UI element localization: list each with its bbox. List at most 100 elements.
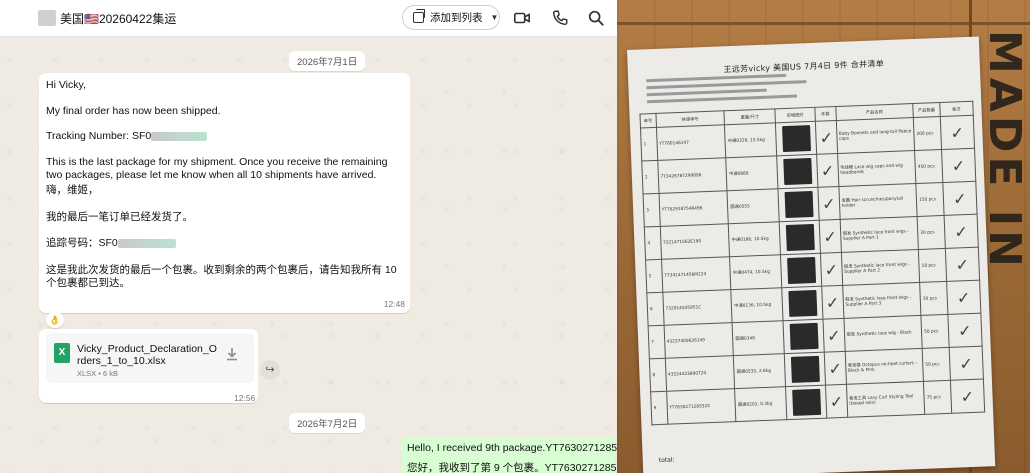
message-text: This is the last package for my shipment… xyxy=(46,156,388,181)
table-header: 产品数量 xyxy=(912,102,940,118)
count-check: ✓ xyxy=(823,318,845,353)
weight-cell: 中通0136, 10.5kg xyxy=(731,287,784,323)
product-photo xyxy=(781,125,811,153)
product-name: 假发 Synthetic lace wig - Black xyxy=(843,315,923,352)
remark-check: ✓ xyxy=(948,346,984,381)
remark-check: ✓ xyxy=(943,214,979,249)
table-header: 件数 xyxy=(814,106,836,122)
avatar[interactable] xyxy=(38,10,56,26)
message-text: Tracking Number: SF0 xyxy=(46,130,402,143)
add-list-icon xyxy=(413,9,425,23)
weight-cell: 中通0186, 10.5kg xyxy=(728,221,781,257)
weight-cell: 中通0866 xyxy=(725,155,779,191)
count-check: ✓ xyxy=(815,120,838,155)
checkmark-icon: ✓ xyxy=(824,259,839,280)
tracking-number-text: 追踪号码：SF0 xyxy=(46,237,118,249)
remark-check: ✓ xyxy=(947,313,983,348)
product-name: Baby Bonnets and long-tail fleece caps xyxy=(835,117,915,154)
download-icon[interactable] xyxy=(224,346,240,362)
message-text: 您好，我收到了第 9 个包裹。YT7630271285525 xyxy=(407,462,617,473)
row-number: 7 xyxy=(648,325,665,359)
message-text: 追踪号码：SF0 xyxy=(46,237,402,250)
table-header: 单号 xyxy=(639,113,657,129)
product-thumb xyxy=(780,253,822,288)
photo-image: MADE IN 王远芳vicky 美国US 7月4日 9件 合并清单 单号 快递单… xyxy=(617,0,1030,473)
reaction-badge[interactable]: 👌 xyxy=(46,312,64,328)
tracking-cell: 43524423890T20 xyxy=(664,355,735,392)
product-thumb xyxy=(784,352,826,387)
packing-table: 单号 快递单号 重量/尺寸 实物图片 件数 产品名称 产品数量 备注 1 YT780146147… xyxy=(639,101,985,426)
add-to-list-label: 添加到列表 xyxy=(430,12,483,24)
tracking-number-text: Tracking Number: SF0 xyxy=(46,130,152,142)
checkmark-icon: ✓ xyxy=(826,325,841,346)
remark-check: ✓ xyxy=(941,148,976,183)
tracking-cell: YT780146147 xyxy=(656,124,726,161)
product-name: 卷发器 Octopus no-heat curlers - Black & Pi… xyxy=(844,348,924,385)
product-thumb xyxy=(775,121,817,156)
tracking-cell: 7321471562E190 xyxy=(659,223,730,260)
product-name: 假发 Synthetic lace front wigs - Supplier … xyxy=(842,282,921,319)
checkmark-icon: ✓ xyxy=(820,160,835,181)
add-to-list-button[interactable]: 添加到列表 ▼ xyxy=(402,5,500,30)
date-divider: 2026年7月1日 xyxy=(289,51,366,71)
count-check: ✓ xyxy=(816,153,839,188)
product-qty: 50 pcs xyxy=(920,314,949,349)
product-qty: 18 pcs xyxy=(918,248,947,283)
tracking-cell: 732014545951C xyxy=(662,289,733,326)
product-name: 毛线帽 Lace wig caps and wig headbands xyxy=(837,150,916,187)
checkmark-icon: ✓ xyxy=(828,358,843,378)
sheet-notes xyxy=(646,73,807,104)
product-thumb xyxy=(783,319,825,354)
chat-title[interactable]: 美国🇺🇸20260422集运 xyxy=(60,10,176,27)
weight-cell: 圆通0348 xyxy=(732,320,785,356)
file-attachment-card[interactable]: X Vicky_Product_Declaration_Orders_1_to_… xyxy=(46,333,254,383)
weight-cell: 中通0326, 15.5kg xyxy=(724,122,777,158)
product-qty: 50 pcs xyxy=(922,347,951,382)
message-time: 12:56 xyxy=(234,393,256,403)
row-number: 8 xyxy=(649,358,667,392)
remark-check: ✓ xyxy=(950,379,985,414)
forward-icon[interactable]: ↪ xyxy=(260,360,280,380)
product-photo xyxy=(791,388,821,416)
file-name: Vicky_Product_Declaration_Orders_1_to_10… xyxy=(77,343,217,367)
product-photo xyxy=(785,223,815,252)
message-text: 这是我此次发货的最后一个包裹。收到剩余的两个包裹后，请告知我所有 10 个包裹都… xyxy=(46,264,397,289)
outgoing-message-bubble[interactable]: Hello, I received 9th package.YT76302712… xyxy=(401,437,617,473)
weight-cell: 圆通0202, 0.3kg xyxy=(734,386,788,422)
remark-check: ✓ xyxy=(945,247,980,282)
checkmark-icon: ✓ xyxy=(955,254,970,275)
product-thumb xyxy=(779,220,821,255)
row-number: 2 xyxy=(641,160,659,194)
video-icon[interactable] xyxy=(513,9,531,27)
remark-check: ✓ xyxy=(946,280,981,315)
count-check: ✓ xyxy=(825,384,848,419)
row-number: 6 xyxy=(646,292,664,326)
xlsx-file-icon: X xyxy=(54,343,70,363)
table-header: 备注 xyxy=(939,101,974,117)
tracking-cell: YT7630271285525 xyxy=(666,388,737,425)
chevron-down-icon: ▼ xyxy=(490,13,499,22)
row-number: 3 xyxy=(643,193,660,227)
count-check: ✓ xyxy=(821,285,844,320)
product-thumb xyxy=(778,187,820,222)
count-check: ✓ xyxy=(819,219,841,254)
row-number: 9 xyxy=(650,391,668,425)
checkmark-icon: ✓ xyxy=(819,127,834,148)
incoming-message-bubble[interactable]: Hi Vicky, My final order has now been sh… xyxy=(39,73,410,313)
tracking-cell: 43237400626149 xyxy=(663,322,734,359)
weight-cell: 中通0474, 10.5kg xyxy=(729,254,782,290)
product-qty: 75 pcs xyxy=(923,380,952,415)
chat-header: 美国🇺🇸20260422集运 添加到列表 ▼ xyxy=(0,0,617,37)
checkmark-icon: ✓ xyxy=(959,353,974,373)
phone-icon[interactable] xyxy=(551,9,569,27)
product-qty: 150 pcs xyxy=(915,182,944,217)
checkmark-icon: ✓ xyxy=(952,188,967,209)
checkmark-icon: ✓ xyxy=(960,386,975,406)
checkmark-icon: ✓ xyxy=(821,193,836,214)
row-number: 5 xyxy=(645,259,663,293)
tracking-cell: 77341471456M224 xyxy=(661,256,732,293)
search-icon[interactable] xyxy=(587,9,605,27)
product-photo xyxy=(790,355,820,383)
tracking-cell: 773426787299896 xyxy=(657,157,728,194)
count-check: ✓ xyxy=(820,252,843,287)
